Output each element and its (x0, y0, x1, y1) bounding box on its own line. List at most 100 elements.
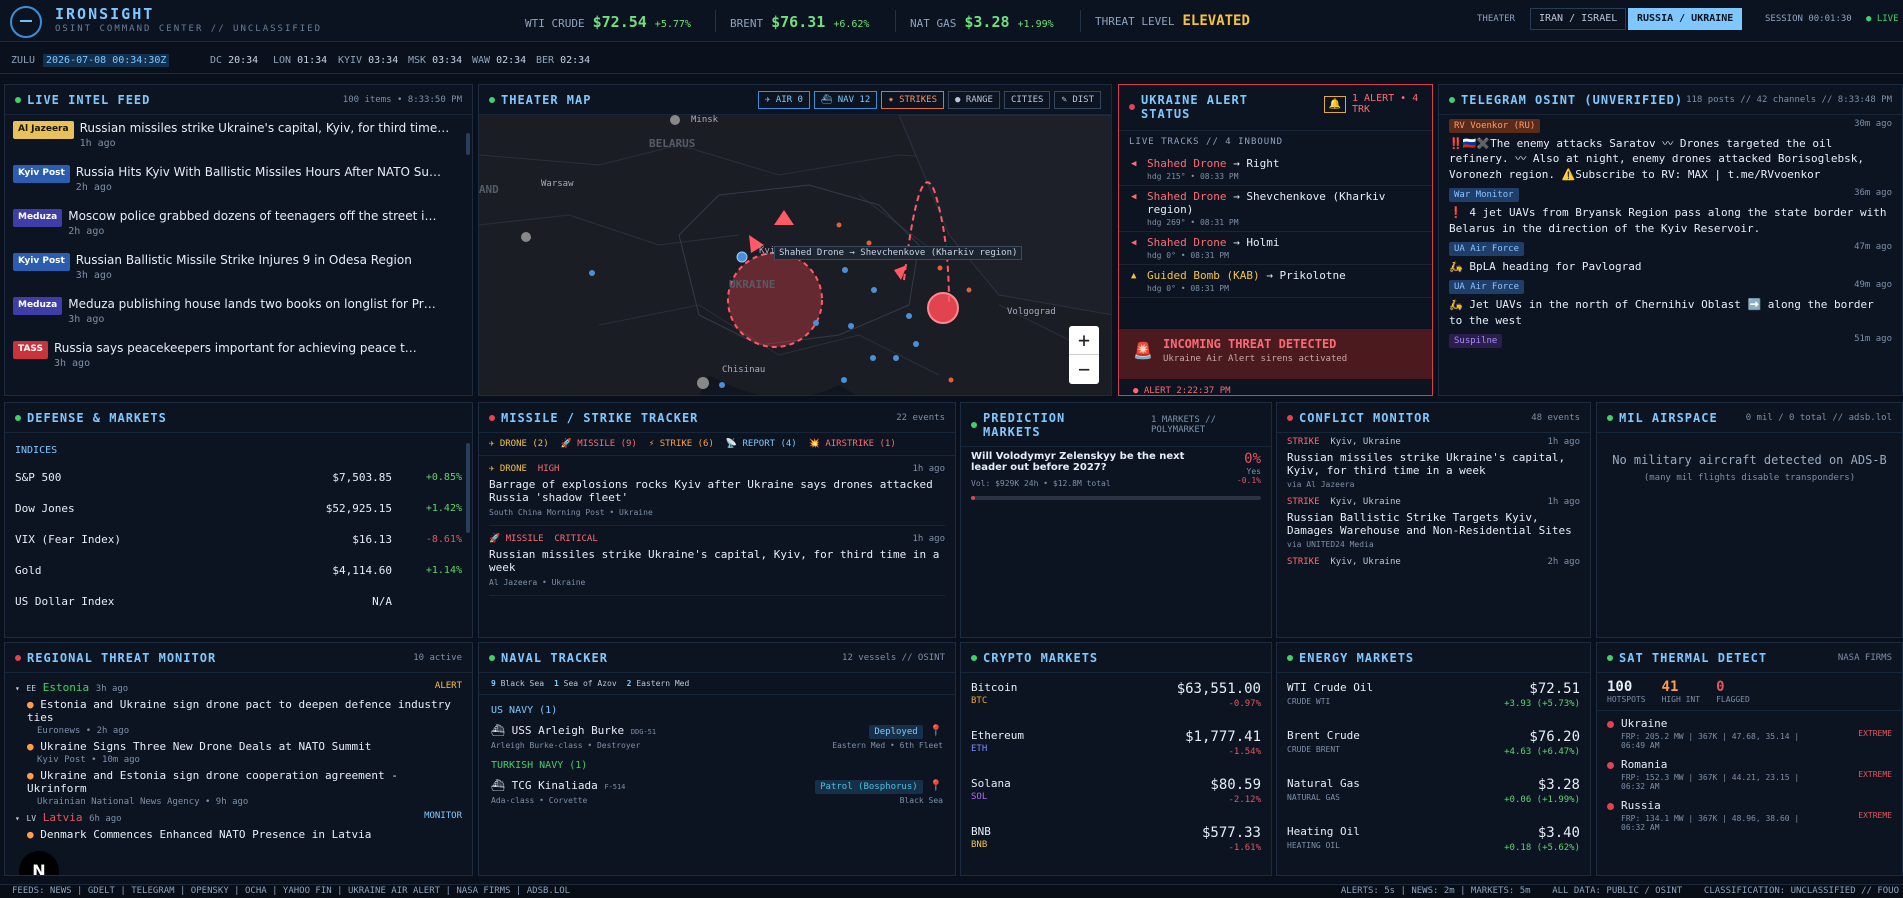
intel-feed-item[interactable]: Al Jazeera Russian missiles strike Ukrain… (5, 115, 472, 159)
source-badge: Al Jazeera (13, 121, 74, 139)
logo-icon (10, 6, 42, 38)
map-air-toggle[interactable]: ✈ AIR 0 (757, 90, 810, 109)
track-arrow-icon: ◀ (1131, 159, 1137, 169)
energy-row[interactable]: WTI Crude Oil CRUDE WTI $72.51 +3.93 (+5.73… (1287, 677, 1580, 725)
alert-zone-marker (927, 292, 959, 324)
session-timer: SESSION 00:01:30 (1765, 14, 1852, 24)
alert-footer: ● ALERT 2:22:37 PM (1133, 386, 1231, 396)
status-badge: Patrol (Bosphorus) (815, 780, 923, 794)
track-arrow-icon: ◀ (1131, 238, 1137, 248)
telegram-post[interactable]: War Monitor 36m ago ❗ 4 jet UAVs from Brya… (1449, 188, 1892, 236)
crypto-markets-panel: CRYPTO MARKETS Bitcoin BTC $63,551.00 -0.97… (960, 642, 1272, 876)
filter-airstrike[interactable]: 💥 AIRSTRIKE (1) (809, 439, 896, 449)
incoming-threat-banner: 🚨 INCOMING THREAT DETECTED Ukraine Air A… (1119, 329, 1432, 379)
missile-icon: 🚀 (489, 534, 501, 544)
alert-track-item[interactable]: ◀ Shahed Drone → Holmi hdg 0° • 08:31 PM (1119, 232, 1432, 265)
strike-event[interactable]: ✈ DRONE HIGH 1h ago Barrage of explosions … (489, 456, 945, 526)
telegram-post[interactable]: UA Air Force 47m ago 🛵 BpLA heading for Pa… (1449, 241, 1892, 274)
intel-feed-item[interactable]: Kyiv Post Russian Ballistic Missile Strik… (5, 247, 472, 291)
probability-bar (971, 496, 1261, 500)
alert-track-item[interactable]: ◀ Shahed Drone → Shevchenkove (Kharkiv re… (1119, 186, 1432, 232)
defense-markets-panel: DEFENSE & MARKETS INDICES S&P 500 $7,503.… (4, 402, 473, 638)
region-eastern-med[interactable]: 2 Eastern Med (627, 679, 690, 688)
conflict-event[interactable]: STRIKE Kyiv, Ukraine 2h ago (1287, 557, 1580, 567)
intel-feed-item[interactable]: Kyiv Post Russia Hits Kyiv With Ballistic… (5, 159, 472, 203)
crypto-row[interactable]: Ethereum ETH $1,777.41 -1.54% (971, 725, 1261, 773)
conflict-monitor-panel: CONFLICT MONITOR 48 events STRIKE Kyiv, U… (1276, 402, 1591, 638)
prediction-markets-panel: PREDICTION MARKETS 1 MARKETS // POLYMARKE… (960, 402, 1272, 638)
alert-track-item[interactable]: ▲ Guided Bomb (KAB) → Prikolotne hdg 0° • … (1119, 265, 1432, 298)
live-intel-feed-panel: LIVE INTEL FEED 100 items • 8:33:50 PM Al… (4, 84, 473, 396)
zoom-in-button[interactable]: + (1069, 326, 1099, 355)
navy-group[interactable]: TURKISH NAVY (1) ⛴ TCG Kinaliada F-514 Pat… (491, 760, 943, 805)
theater-iran-israel-button[interactable]: IRAN / ISRAEL (1530, 8, 1627, 30)
map-distance-tool[interactable]: ✎ DIST (1054, 90, 1101, 109)
telegram-post[interactable]: Suspilne 51m ago (1449, 334, 1892, 349)
index-row[interactable]: Dow Jones $52,925.15 +1.42% (5, 493, 472, 524)
intel-headline: Moscow police grabbed dozens of teenager… (68, 209, 439, 223)
energy-row[interactable]: Heating Oil HEATING OIL $3.40 +0.18 (+5.62%… (1287, 821, 1580, 869)
drone-icon: ✈ (489, 464, 495, 474)
region-news-item: ● Denmark Commences Enhanced NATO Presen… (27, 828, 372, 841)
energy-row[interactable]: Brent Crude CRUDE BRENT $76.20 +4.63 (+6.47… (1287, 725, 1580, 773)
track-arrow-icon: ◀ (1131, 192, 1137, 202)
source-badge: Meduza (13, 209, 63, 227)
clock-bar: ZULU 2026-07-08 00:34:30Z DC 20:34 LON 0… (0, 48, 1903, 74)
index-row[interactable]: VIX (Fear Index) $16.13 -8.61% (5, 524, 472, 555)
crypto-row[interactable]: Bitcoin BTC $63,551.00 -0.97% (971, 677, 1261, 725)
strike-event[interactable]: 🚀 MISSILE CRITICAL 1h ago Russian missiles… (489, 526, 945, 596)
intel-feed-item[interactable]: Meduza Meduza publishing house lands two … (5, 291, 472, 335)
threat-level: THREAT LEVEL ELEVATED (1095, 13, 1250, 29)
map-naval-toggle[interactable]: ⛴ NAV 12 (813, 90, 878, 109)
theater-russia-ukraine-button[interactable]: RUSSIA / UKRAINE (1628, 8, 1743, 30)
map-range-toggle[interactable]: ● RANGE (948, 90, 1000, 109)
siren-icon: 🚨 (1133, 341, 1153, 360)
crypto-row[interactable]: BNB BNB $577.33 -1.61% (971, 821, 1261, 869)
index-row[interactable]: US Dollar Index N/A (5, 586, 472, 617)
intel-feed-item[interactable]: TASS Russia says peacekeepers important f… (5, 335, 472, 379)
intel-headline: Meduza publishing house lands two books … (68, 297, 439, 311)
map-cities-toggle[interactable]: CITIES (1003, 90, 1051, 109)
regional-threat-monitor-panel: REGIONAL THREAT MONITOR 10 active ▾ EE Es… (4, 642, 473, 876)
map-tooltip: Shahed Drone → Shevchenkove (Kharkiv reg… (774, 246, 1023, 260)
thermal-row[interactable]: Ukraine FRP: 205.2 MW | 367K | 47.68, 35.… (1607, 711, 1892, 752)
thermal-row[interactable]: Romania FRP: 152.3 MW | 367K | 44.21, 23.… (1607, 752, 1892, 793)
bell-icon[interactable]: 🔔 (1323, 95, 1346, 113)
zulu-clock: 2026-07-08 00:34:30Z (43, 54, 170, 67)
alert-track-item[interactable]: ◀ Shahed Drone → Right hdg 215° • 08:33 PM (1119, 153, 1432, 186)
filter-strike[interactable]: ⚡ STRIKE (6) (649, 439, 714, 449)
thermal-row[interactable]: Russia FRP: 134.1 MW | 367K | 48.96, 38.6… (1607, 793, 1892, 834)
region-group[interactable]: ▾ EE Estonia 3h ago ALERT ● Estonia and Uk… (15, 681, 462, 807)
live-tracks-label: LIVE TRACKS // 4 INBOUND (1129, 137, 1284, 147)
city-label-volgograd: Volgograd (1007, 307, 1056, 317)
scrollbar[interactable] (466, 133, 470, 155)
zulu-label: ZULU (11, 55, 36, 66)
telegram-post[interactable]: RV Voenkor (RU) 30m ago ‼️🇷🇺✖️The enemy at… (1449, 119, 1892, 182)
energy-row[interactable]: Natural Gas NATURAL GAS $3.28 +0.06 (+1.99%… (1287, 773, 1580, 821)
channel-badge: War Monitor (1449, 188, 1519, 203)
zoom-out-button[interactable]: − (1069, 355, 1099, 384)
chevron-down-icon: ▾ (15, 684, 20, 693)
status-badge: Deployed (869, 725, 923, 739)
conflict-event[interactable]: STRIKE Kyiv, Ukraine 1h ago Russian missil… (1287, 437, 1580, 489)
region-sea-of-azov[interactable]: 1 Sea of Azov (554, 679, 617, 688)
city-marker (670, 115, 680, 125)
crypto-row[interactable]: Solana SOL $80.59 -2.12% (971, 773, 1261, 821)
region-group[interactable]: ▾ LV Latvia 6h ago MONITOR ● Denmark Comme… (15, 811, 462, 841)
conflict-event[interactable]: STRIKE Kyiv, Ukraine 1h ago Russian Ballis… (1287, 497, 1580, 549)
clock-waw: WAW 02:34 (472, 55, 527, 66)
scrollbar[interactable] (466, 443, 470, 533)
region-black-sea[interactable]: 9 Black Sea (491, 679, 544, 688)
live-indicator: ● LIVE (1866, 14, 1899, 24)
filter-missile[interactable]: 🚀 MISSILE (9) (561, 439, 637, 449)
assistant-fab-button[interactable]: N (19, 851, 59, 875)
map-strikes-toggle[interactable]: ✷ STRIKES (881, 90, 945, 109)
navy-group[interactable]: US NAVY (1) ⛴ USS Arleigh Burke DDG-51 Dep… (491, 705, 943, 750)
index-row[interactable]: Gold $4,114.60 +1.14% (5, 555, 472, 586)
intel-headline: Russia says peacekeepers important for a… (53, 341, 424, 355)
intel-feed-item[interactable]: Meduza Moscow police grabbed dozens of te… (5, 203, 472, 247)
filter-drone[interactable]: ✈ DRONE (2) (489, 439, 549, 449)
index-row[interactable]: S&P 500 $7,503.85 +0.85% (5, 462, 472, 493)
filter-report[interactable]: 📡 REPORT (4) (726, 439, 797, 449)
telegram-post[interactable]: UA Air Force 49m ago 🛵 Jet UAVs in the nor… (1449, 280, 1892, 328)
